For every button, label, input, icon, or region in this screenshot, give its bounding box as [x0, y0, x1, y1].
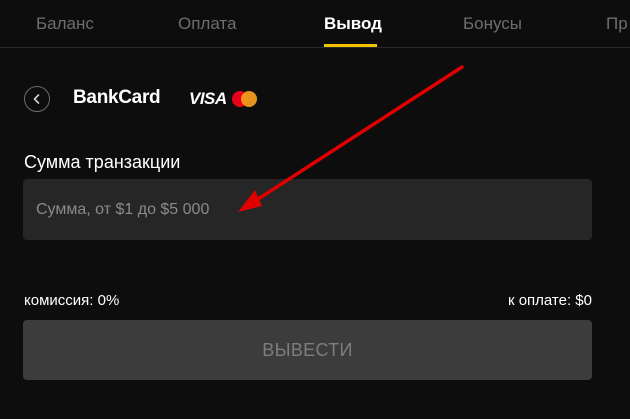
withdraw-page: Баланс Оплата Вывод Бонусы Пр BankCard V…: [0, 0, 630, 419]
tab-bar: Баланс Оплата Вывод Бонусы Пр: [0, 0, 630, 48]
chevron-left-icon: [33, 94, 40, 104]
to-pay-text: к оплате: $0: [507, 292, 592, 309]
commission-text: комиссия: 0%: [24, 292, 120, 309]
visa-logo: VISA: [189, 89, 227, 108]
tab-payment[interactable]: Оплата: [178, 14, 236, 34]
active-tab-indicator: [324, 44, 377, 47]
amount-input[interactable]: [23, 179, 592, 240]
tab-bonuses[interactable]: Бонусы: [463, 14, 522, 34]
tab-withdraw[interactable]: Вывод: [324, 14, 382, 34]
tab-balance[interactable]: Баланс: [36, 14, 94, 34]
mastercard-icon: [230, 91, 260, 107]
back-button[interactable]: [24, 86, 50, 112]
payment-method-title: BankCard: [73, 87, 161, 108]
amount-label: Сумма транзакции: [24, 152, 181, 172]
tab-more[interactable]: Пр: [606, 14, 628, 34]
withdraw-button[interactable]: ВЫВЕСТИ: [23, 320, 592, 380]
